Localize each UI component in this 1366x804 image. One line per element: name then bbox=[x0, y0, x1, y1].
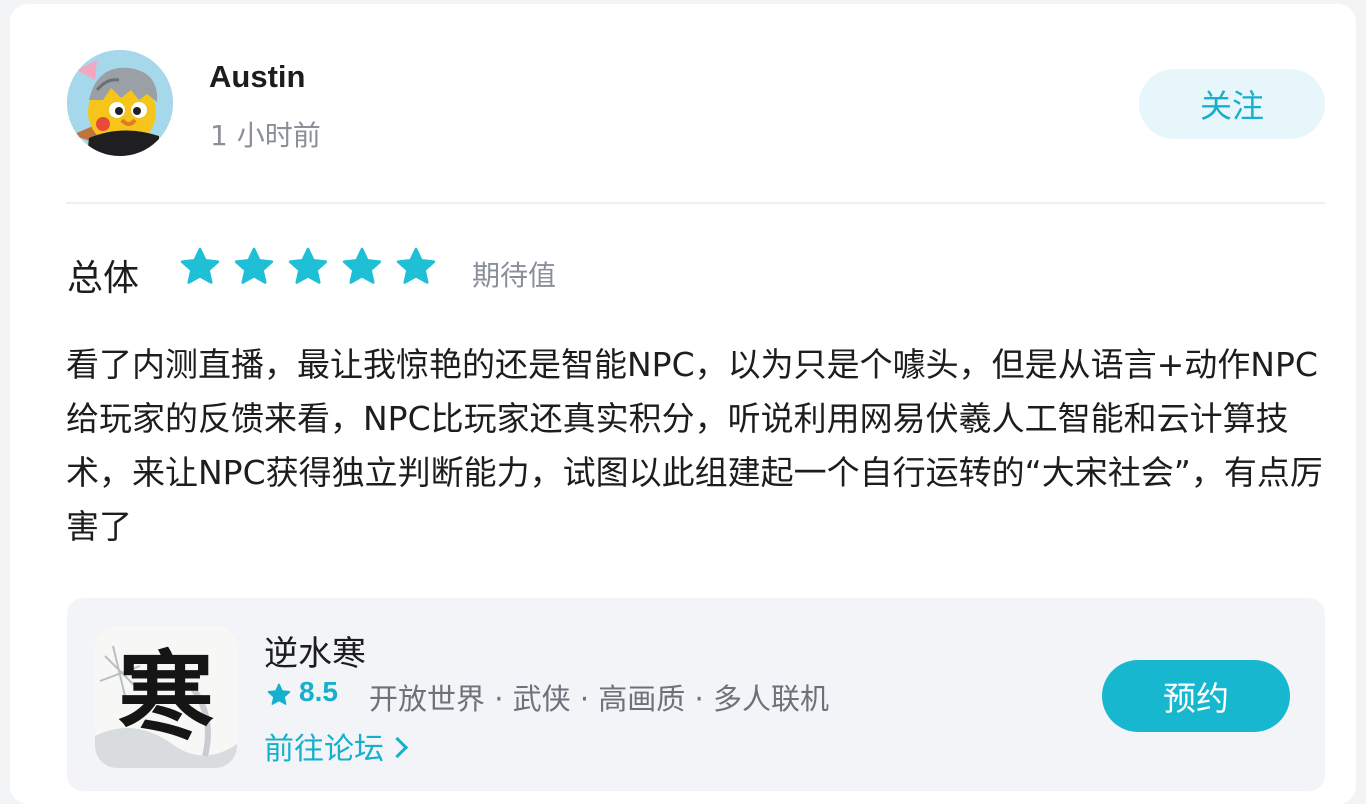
game-card[interactable]: 寒 逆水寒 8.5 开放世界 · 武侠 · 高画质 · 多人联机 前往论坛 预约 bbox=[67, 598, 1325, 791]
divider bbox=[66, 202, 1325, 204]
reserve-button[interactable]: 预约 bbox=[1102, 660, 1290, 732]
game-title[interactable]: 逆水寒 bbox=[264, 626, 366, 675]
rating-label: 总体 bbox=[67, 258, 140, 299]
game-logo-glyph: 寒 bbox=[118, 640, 214, 753]
rating-tag: 期待值 bbox=[472, 259, 557, 292]
review-card: Austin 1 小时前 关注 总体 期待值 看了内测直播，最让我惊艳的还是智能… bbox=[10, 4, 1356, 804]
forum-link-label: 前往论坛 bbox=[264, 732, 384, 767]
avatar-image bbox=[67, 50, 173, 156]
star-icon bbox=[180, 247, 220, 284]
game-score: 8.5 bbox=[299, 676, 338, 707]
star-icon bbox=[234, 247, 274, 284]
game-logo: 寒 bbox=[95, 626, 237, 768]
game-tags: 开放世界 · 武侠 · 高画质 · 多人联机 bbox=[369, 682, 829, 716]
star-icon bbox=[288, 247, 328, 284]
game-icon[interactable]: 寒 bbox=[95, 626, 237, 768]
post-timestamp: 1 小时前 bbox=[210, 119, 321, 152]
forum-link[interactable]: 前往论坛 bbox=[264, 724, 409, 768]
star-icon bbox=[342, 247, 382, 284]
star-icon bbox=[396, 247, 436, 284]
follow-button[interactable]: 关注 bbox=[1139, 69, 1325, 139]
review-text: 看了内测直播，最让我惊艳的还是智能NPC，以为只是个噱头，但是从语言+动作NPC… bbox=[66, 345, 1323, 546]
rating-stars bbox=[178, 245, 438, 289]
star-icon bbox=[267, 683, 291, 705]
author-name[interactable]: Austin bbox=[209, 59, 305, 95]
avatar[interactable] bbox=[67, 50, 173, 156]
chevron-right-icon bbox=[386, 736, 409, 759]
